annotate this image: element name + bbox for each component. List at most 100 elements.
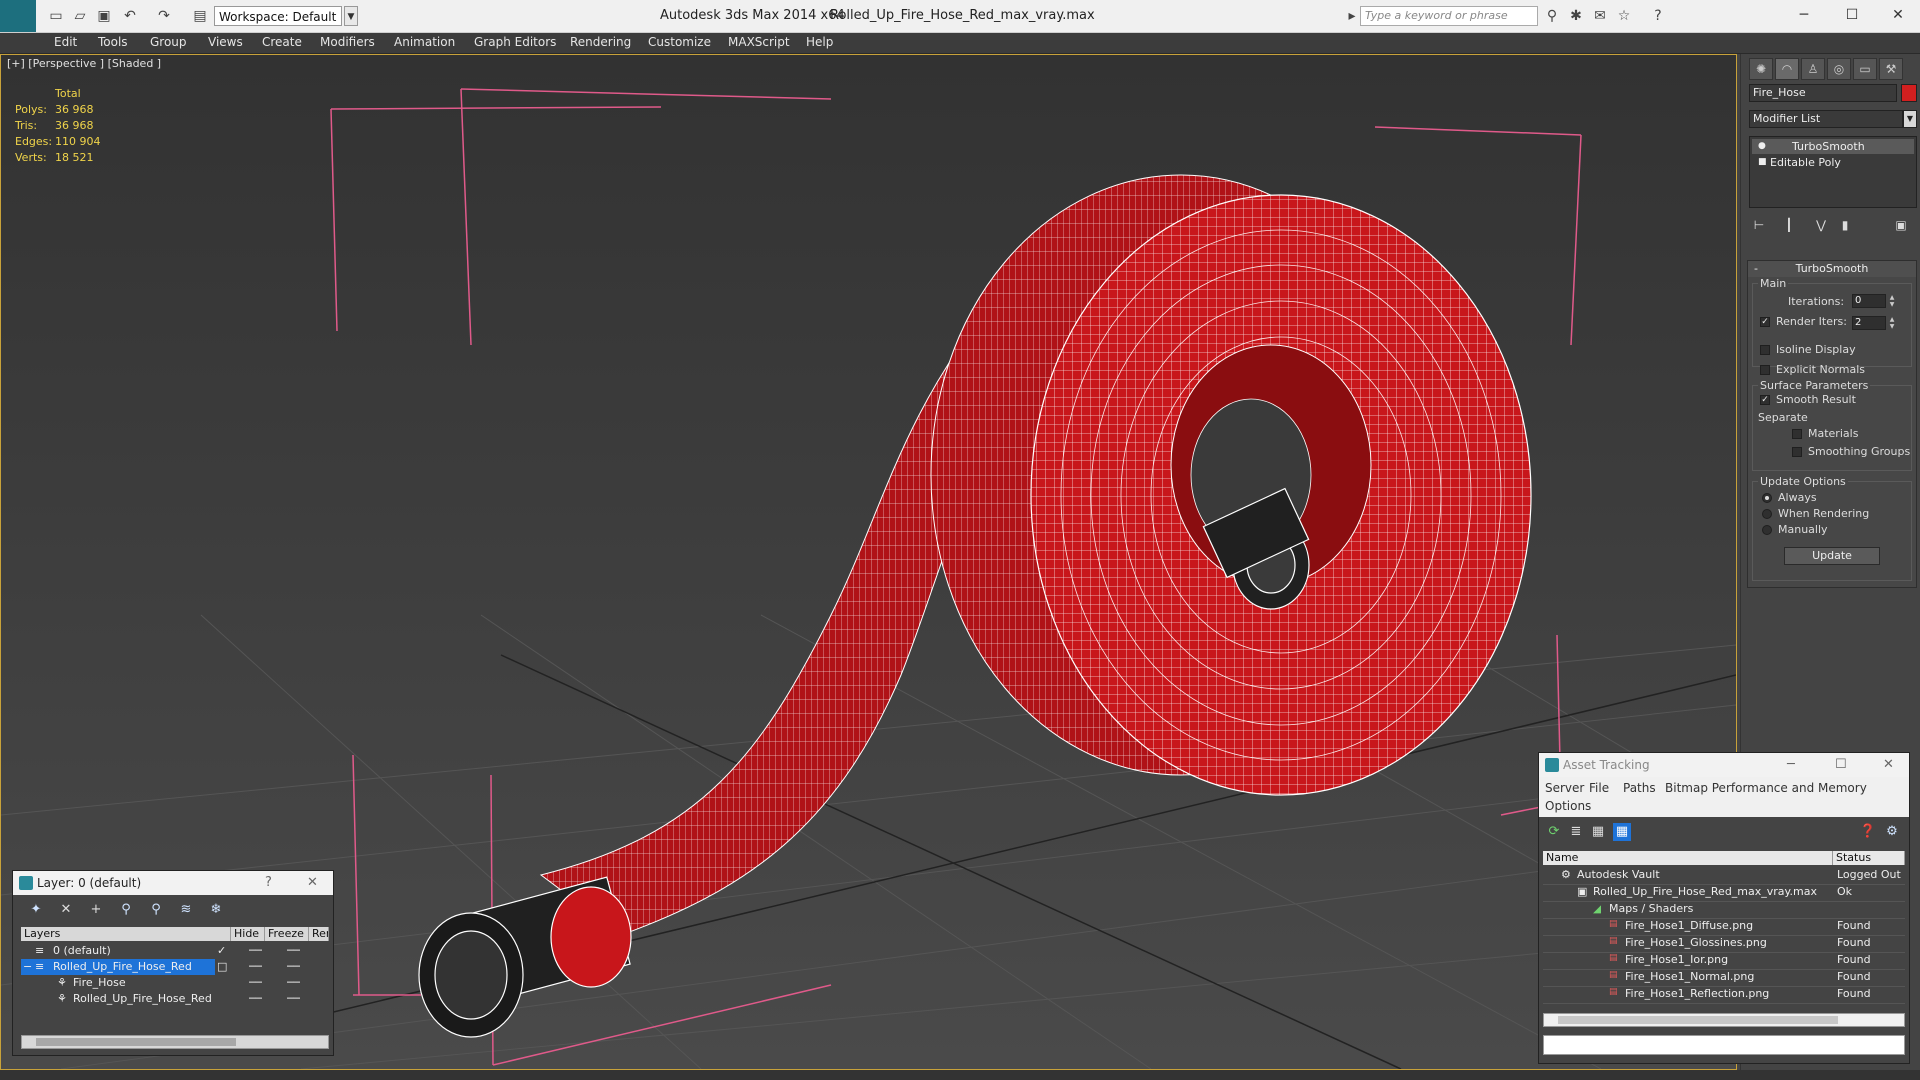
modifier-list-select[interactable]: Modifier List <box>1749 110 1903 128</box>
menu-edit[interactable]: Edit <box>54 35 77 49</box>
layer-window-title-bar[interactable]: Layer: 0 (default) <box>13 871 333 895</box>
select-objects-icon[interactable]: ⚲ <box>117 901 135 919</box>
maximize-icon[interactable]: ☐ <box>1834 4 1870 26</box>
update-button[interactable]: Update <box>1784 547 1880 565</box>
layer-help-button[interactable]: ? <box>265 871 272 895</box>
hierarchy-tab-icon[interactable]: ♙ <box>1801 58 1825 80</box>
scrollbar-thumb[interactable] <box>36 1038 236 1046</box>
hide-toggle[interactable]: ── <box>249 960 262 973</box>
help-icon[interactable]: ? <box>1650 8 1666 24</box>
col-header-freeze[interactable]: Freeze <box>265 927 309 941</box>
layer-row[interactable]: ⚘ Fire_Hose ── ── <box>21 975 329 991</box>
stack-item-editable-poly[interactable]: ■ Editable Poly <box>1752 155 1914 170</box>
workspace-dropdown-icon[interactable]: ▼ <box>344 6 358 26</box>
menu-animation[interactable]: Animation <box>394 35 455 49</box>
iterations-spinner[interactable]: 0 <box>1852 294 1886 308</box>
current-layer-box-icon[interactable]: □ <box>217 960 227 973</box>
hide-all-layers-icon[interactable]: ≋ <box>177 901 195 919</box>
new-file-icon[interactable]: ▭ <box>48 8 64 24</box>
project-folder-icon[interactable]: ▤ <box>192 8 208 24</box>
always-radio[interactable] <box>1762 493 1772 503</box>
menu-modifiers[interactable]: Modifiers <box>320 35 375 49</box>
modify-tab-icon[interactable]: ◠ <box>1775 58 1799 80</box>
asset-row[interactable]: ▤ Fire_Hose1_Glossines.png Found <box>1543 935 1905 953</box>
freeze-toggle[interactable]: ── <box>287 960 300 973</box>
render-iters-spinner[interactable]: 2 <box>1852 316 1886 330</box>
asset-row[interactable]: ▤ Fire_Hose1_Normal.png Found <box>1543 969 1905 987</box>
delete-layer-icon[interactable]: ✕ <box>57 901 75 919</box>
menu-maxscript[interactable]: MAXScript <box>728 35 790 49</box>
layer-row[interactable]: ≡ 0 (default) ✓ ── ── <box>21 943 329 959</box>
col-header-hide[interactable]: Hide <box>231 927 265 941</box>
binoculars-icon[interactable]: ⚲ <box>1544 8 1560 24</box>
pin-stack-icon[interactable]: ⊢ <box>1749 216 1769 234</box>
search-input[interactable]: Type a keyword or phrase <box>1360 6 1538 26</box>
asset-menu-paths[interactable]: Paths <box>1623 781 1656 795</box>
expand-icon[interactable]: ■ <box>1758 155 1767 170</box>
asset-horizontal-scrollbar[interactable] <box>1543 1013 1905 1027</box>
freeze-toggle[interactable]: ── <box>287 944 300 957</box>
asset-settings-icon[interactable]: ⚙ <box>1883 823 1901 841</box>
redo-icon[interactable]: ↷ <box>156 8 172 24</box>
make-unique-icon[interactable]: ⋁ <box>1811 216 1831 234</box>
search-expand-icon[interactable]: ▸ <box>1344 8 1360 24</box>
asset-close-icon[interactable]: ✕ <box>1883 753 1894 777</box>
hide-toggle[interactable]: ── <box>249 944 262 957</box>
create-tab-icon[interactable]: ✺ <box>1749 58 1773 80</box>
list-view-icon[interactable]: ≣ <box>1567 823 1585 841</box>
explicit-normals-checkbox[interactable] <box>1760 365 1770 375</box>
asset-menu-bitmap-performance[interactable]: Bitmap Performance and Memory <box>1665 781 1867 795</box>
menu-rendering[interactable]: Rendering <box>570 35 631 49</box>
hide-toggle[interactable]: ── <box>249 976 262 989</box>
asset-row[interactable]: ▣ Rolled_Up_Fire_Hose_Red_max_vray.max O… <box>1543 884 1905 902</box>
render-iters-checkbox[interactable]: ✓ <box>1760 317 1770 327</box>
workspace-select[interactable]: Workspace: Default <box>214 6 342 26</box>
materials-checkbox[interactable] <box>1792 429 1802 439</box>
scrollbar-thumb[interactable] <box>1558 1016 1838 1024</box>
configure-sets-icon[interactable]: ▣ <box>1891 216 1911 234</box>
create-layer-icon[interactable]: ✦ <box>27 901 45 919</box>
menu-graph-editors[interactable]: Graph Editors <box>474 35 556 49</box>
manually-radio[interactable] <box>1762 525 1772 535</box>
rollout-title[interactable]: - TurboSmooth <box>1748 261 1916 277</box>
favorites-star-icon[interactable]: ☆ <box>1616 8 1632 24</box>
asset-menu-options[interactable]: Options <box>1545 799 1591 813</box>
app-logo-icon[interactable] <box>0 0 36 32</box>
collapse-icon[interactable]: − <box>23 960 32 973</box>
freeze-toggle[interactable]: ── <box>287 992 300 1005</box>
col-header-render[interactable]: Ren <box>309 927 329 941</box>
remove-modifier-icon[interactable]: ▮ <box>1835 216 1855 234</box>
tree-view-icon[interactable]: ▦ <box>1589 823 1607 841</box>
save-file-icon[interactable]: ▣ <box>96 8 112 24</box>
menu-help[interactable]: Help <box>806 35 833 49</box>
modifier-list-dropdown-icon[interactable]: ▼ <box>1903 110 1917 128</box>
communication-icon[interactable]: ✉ <box>1592 8 1608 24</box>
asset-menu-file[interactable]: File <box>1589 781 1609 795</box>
asset-col-status[interactable]: Status <box>1833 851 1905 865</box>
asset-help-icon[interactable]: ❓ <box>1859 823 1877 841</box>
isoline-display-checkbox[interactable] <box>1760 345 1770 355</box>
hide-toggle[interactable]: ── <box>249 992 262 1005</box>
asset-maximize-icon[interactable]: ☐ <box>1835 753 1847 777</box>
menu-group[interactable]: Group <box>150 35 187 49</box>
iterations-spinner-arrows[interactable]: ▲ ▼ <box>1888 294 1896 308</box>
asset-row[interactable]: ▤ Fire_Hose1_Reflection.png Found <box>1543 986 1905 1004</box>
freeze-toggle[interactable]: ── <box>287 976 300 989</box>
layer-row[interactable]: − ≡ Rolled_Up_Fire_Hose_Red □ ── ── <box>21 959 329 975</box>
col-header-layers[interactable]: Layers <box>21 927 231 941</box>
layer-horizontal-scrollbar[interactable] <box>21 1035 329 1049</box>
utilities-tab-icon[interactable]: ⚒ <box>1879 58 1903 80</box>
menu-views[interactable]: Views <box>208 35 243 49</box>
undo-icon[interactable]: ↶ <box>122 8 138 24</box>
smooth-result-checkbox[interactable]: ✓ <box>1760 395 1770 405</box>
highlight-layer-icon[interactable]: ⚲ <box>147 901 165 919</box>
asset-path-field[interactable] <box>1543 1035 1905 1055</box>
layer-close-icon[interactable]: ✕ <box>307 871 318 895</box>
motion-tab-icon[interactable]: ◎ <box>1827 58 1851 80</box>
add-to-layer-icon[interactable]: + <box>87 901 105 919</box>
freeze-all-layers-icon[interactable]: ❄ <box>207 901 225 919</box>
close-icon[interactable]: ✕ <box>1880 4 1916 26</box>
object-name-field[interactable]: Fire_Hose <box>1749 84 1897 102</box>
stack-item-turbosmooth[interactable]: ● TurboSmooth <box>1752 139 1914 154</box>
asset-minimize-icon[interactable]: ─ <box>1787 753 1795 777</box>
